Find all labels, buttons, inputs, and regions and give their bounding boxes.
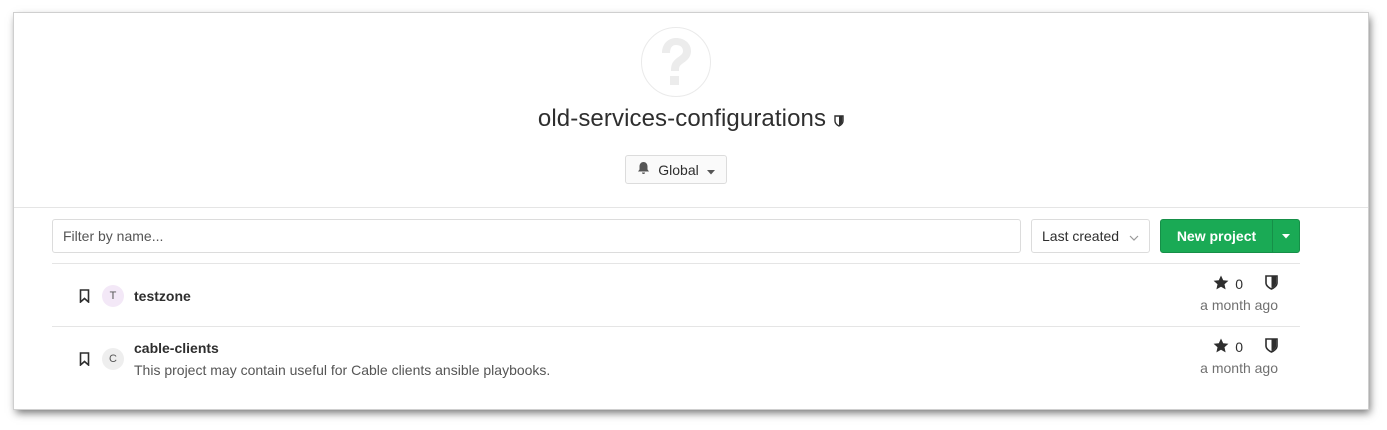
project-stats: 0 a month ago bbox=[1188, 337, 1278, 376]
sort-label: Last created bbox=[1042, 228, 1120, 244]
chevron-down-icon bbox=[706, 162, 715, 178]
project-name-link[interactable]: cable-clients bbox=[134, 340, 219, 356]
project-list: T testzone 0 a month ago C cable-clients… bbox=[52, 263, 1300, 389]
project-row[interactable]: T testzone 0 a month ago bbox=[52, 263, 1300, 326]
star-icon bbox=[1213, 338, 1229, 356]
project-name-link[interactable]: testzone bbox=[134, 288, 191, 304]
star-icon bbox=[1213, 275, 1229, 293]
project-stats: 0 a month ago bbox=[1188, 274, 1278, 313]
group-header: old-services-configurations Global bbox=[14, 13, 1368, 208]
chevron-down-icon bbox=[1129, 228, 1139, 244]
new-project-button[interactable]: New project bbox=[1161, 220, 1272, 252]
project-row[interactable]: C cable-clients This project may contain… bbox=[52, 326, 1300, 389]
project-avatar: C bbox=[102, 348, 124, 370]
shield-icon bbox=[834, 115, 844, 127]
new-project-split-button: New project bbox=[1160, 219, 1300, 253]
updated-time: a month ago bbox=[1200, 297, 1278, 313]
shield-icon bbox=[1265, 338, 1278, 356]
new-project-dropdown-toggle[interactable] bbox=[1272, 220, 1299, 252]
star-count: 0 bbox=[1235, 276, 1243, 292]
shield-icon bbox=[1265, 275, 1278, 293]
filter-input[interactable] bbox=[52, 219, 1021, 253]
project-avatar: T bbox=[102, 285, 124, 307]
caret-down-icon bbox=[1282, 233, 1290, 238]
group-title-row: old-services-configurations bbox=[14, 105, 1368, 133]
group-page: old-services-configurations Global Filte… bbox=[14, 13, 1368, 409]
bell-icon bbox=[637, 161, 650, 178]
sort-dropdown[interactable]: Last created bbox=[1031, 219, 1150, 253]
group-title: old-services-configurations bbox=[537, 105, 827, 132]
updated-time: a month ago bbox=[1200, 360, 1278, 376]
bookmark-icon bbox=[79, 289, 90, 308]
group-avatar bbox=[641, 27, 711, 97]
notification-level-label: Global bbox=[658, 161, 699, 178]
star-count: 0 bbox=[1235, 339, 1243, 355]
notification-settings-button[interactable]: Global bbox=[625, 155, 727, 184]
question-mark-icon bbox=[662, 38, 691, 85]
project-description: This project may contain useful for Cabl… bbox=[134, 362, 551, 378]
bookmark-icon bbox=[79, 352, 90, 371]
